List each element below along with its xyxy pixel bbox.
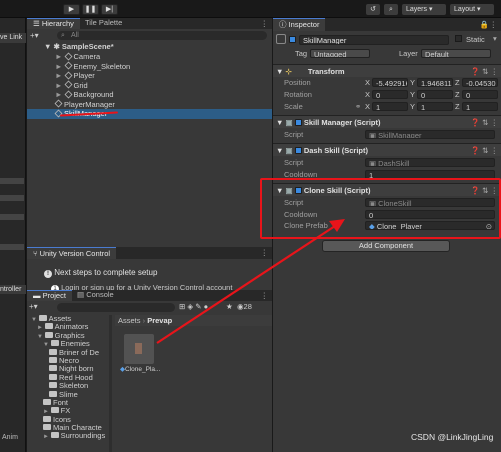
arrow-line [156,225,336,344]
red-arrow-annotation [156,219,345,344]
watermark: CSDN @LinkJingLing [411,432,494,442]
arrow-head [329,219,345,232]
